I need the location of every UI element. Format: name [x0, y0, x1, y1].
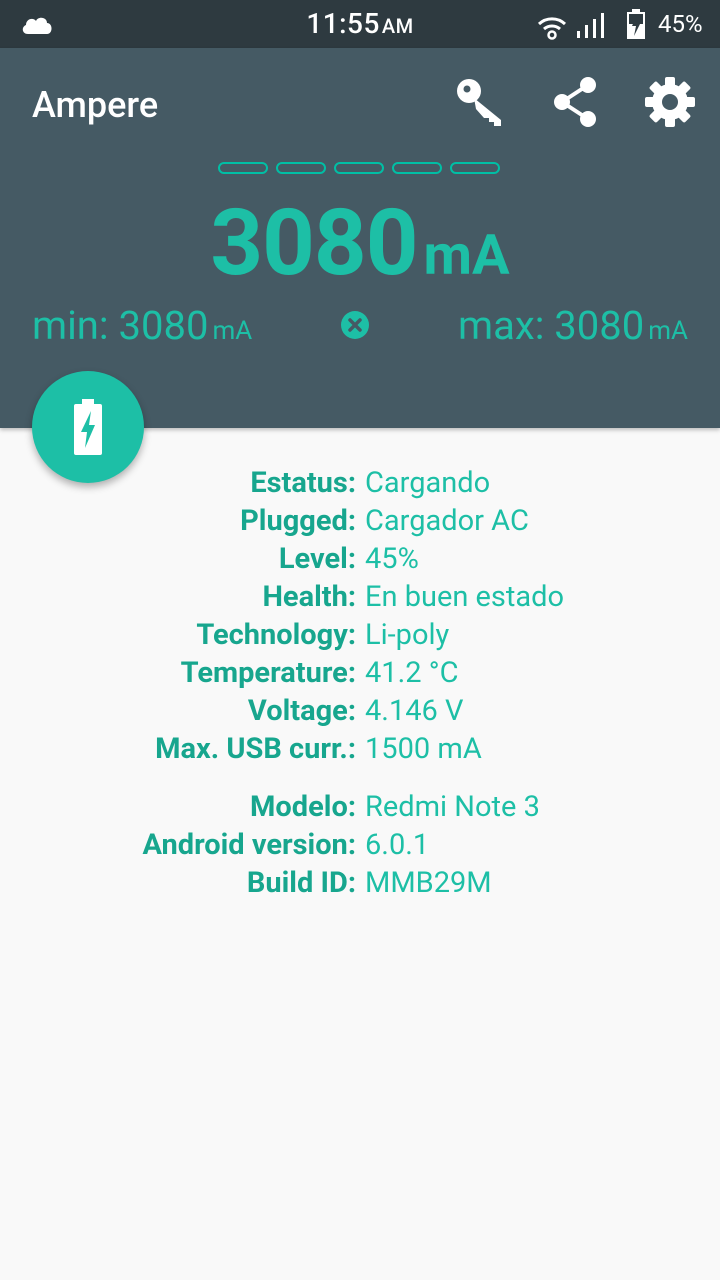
info-value: En buen estado	[365, 580, 565, 614]
info-row-max-usb: Max. USB curr.: 1500 mA	[0, 732, 720, 770]
level-dash	[392, 162, 442, 174]
info-value: 4.146 V	[365, 694, 464, 728]
max-value: max: 3080	[458, 302, 645, 349]
max-reading: max: 3080 mA	[458, 302, 688, 349]
info-value: 6.0.1	[365, 828, 430, 862]
info-row-health: Health: En buen estado	[0, 580, 720, 618]
info-value: Cargando	[365, 466, 491, 500]
info-value: Redmi Note 3	[365, 790, 540, 824]
info-label: Estatus:	[250, 466, 356, 500]
reset-minmax-icon[interactable]	[340, 310, 370, 340]
gear-icon[interactable]	[644, 76, 696, 128]
info-value: 1500 mA	[365, 732, 482, 766]
info-value: 45%	[365, 542, 419, 576]
min-unit: mA	[212, 316, 253, 346]
info-value: Li-poly	[365, 618, 450, 652]
app-header: Ampere 3080 mA min: 3080 mA max: 3080 mA	[0, 48, 720, 428]
info-row-plugged: Plugged: Cargador AC	[0, 504, 720, 542]
current-unit: mA	[423, 222, 510, 288]
battery-charging-icon	[74, 399, 102, 455]
max-unit: mA	[648, 316, 688, 346]
clock: 11:55 AM	[306, 7, 414, 40]
level-dash	[276, 162, 326, 174]
wifi-icon	[537, 17, 567, 40]
info-row-status: Estatus: Cargando	[0, 466, 720, 504]
info-row-voltage: Voltage: 4.146 V	[0, 694, 720, 732]
app-title: Ampere	[32, 84, 159, 126]
share-icon[interactable]	[550, 76, 602, 128]
level-dash	[218, 162, 268, 174]
info-label: Modelo:	[250, 790, 356, 824]
info-value: MMB29M	[365, 866, 492, 900]
info-value: Cargador AC	[365, 504, 529, 538]
info-row-temperature: Temperature: 41.2 °C	[0, 656, 720, 694]
info-row-technology: Technology: Li-poly	[0, 618, 720, 656]
signal-icon	[577, 13, 604, 38]
min-reading: min: 3080 mA	[32, 302, 252, 349]
info-label: Temperature:	[180, 656, 356, 690]
min-value: min: 3080	[32, 302, 209, 349]
info-value: 41.2 °C	[365, 656, 459, 690]
info-label: Health:	[262, 580, 356, 614]
status-bar: 11:55 AM 45%	[0, 0, 720, 48]
info-label: Voltage:	[247, 694, 356, 728]
info-row-build-id: Build ID: MMB29M	[0, 866, 720, 904]
battery-percent: 45%	[658, 10, 703, 38]
level-dash	[334, 162, 384, 174]
info-label: Technology:	[196, 618, 356, 652]
info-label: Level:	[278, 542, 356, 576]
level-dash	[450, 162, 500, 174]
info-row-android-version: Android version: 6.0.1	[0, 828, 720, 866]
info-label: Android version:	[142, 828, 356, 862]
battery-status-icon	[627, 9, 645, 39]
info-label: Max. USB curr.:	[155, 732, 356, 766]
current-value: 3080	[210, 190, 418, 297]
info-label: Plugged:	[240, 504, 356, 538]
info-row-level: Level: 45%	[0, 542, 720, 580]
info-row-model: Modelo: Redmi Note 3	[0, 790, 720, 828]
key-icon[interactable]	[454, 76, 506, 128]
current-reading: 3080 mA	[0, 190, 720, 297]
info-label: Build ID:	[246, 866, 356, 900]
